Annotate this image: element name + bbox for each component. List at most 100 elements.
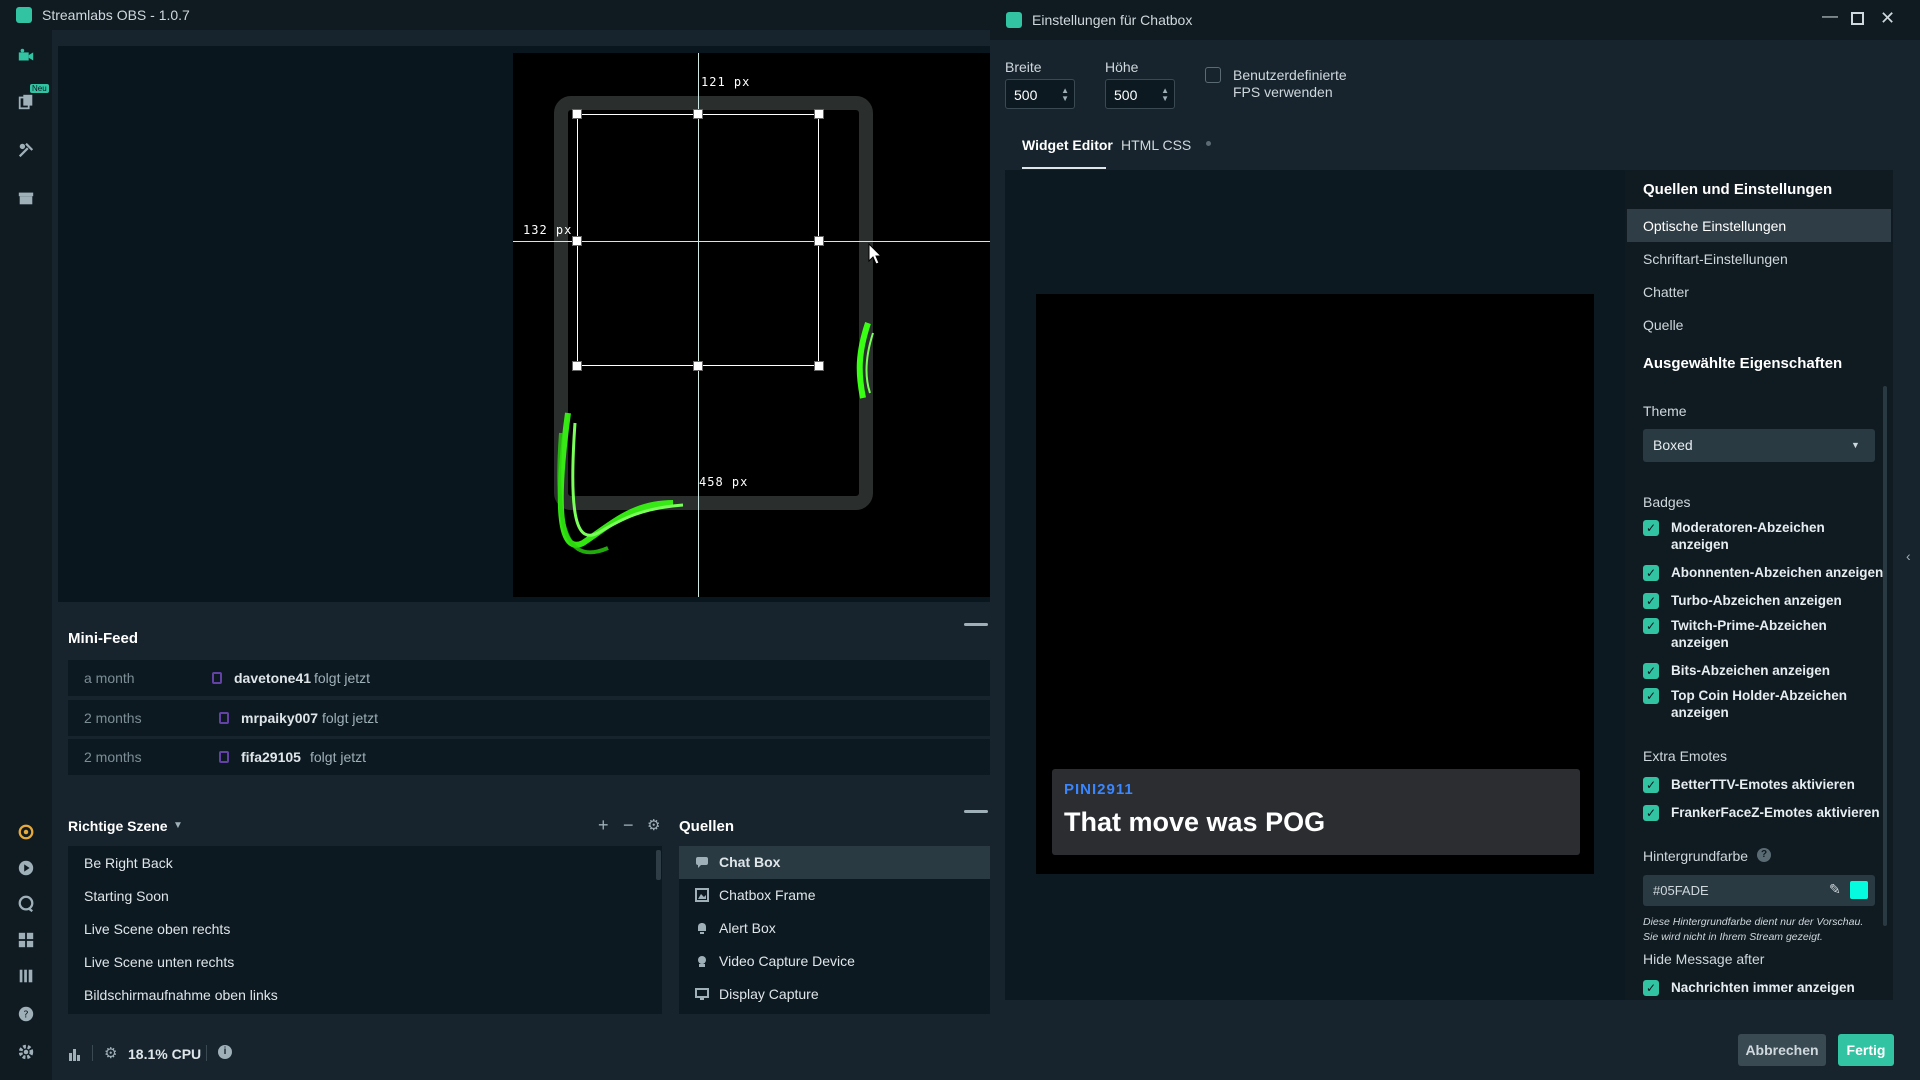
done-button[interactable]: Fertig (1838, 1034, 1894, 1066)
resize-handle[interactable] (814, 361, 824, 371)
theme-value: Boxed (1653, 437, 1693, 453)
maximize-icon[interactable] (1851, 12, 1864, 25)
source-item[interactable]: Display Capture (679, 978, 990, 1011)
tab-widget-editor[interactable]: Widget Editor (1022, 137, 1113, 153)
badge-subscriber-checkbox[interactable]: ✓ (1643, 565, 1659, 581)
resize-handle[interactable] (572, 361, 582, 371)
scene-item[interactable]: Bildschirmaufnahme oben links (84, 987, 278, 1003)
info-icon[interactable]: i (218, 1045, 232, 1059)
stream-canvas[interactable]: 121 px 132 px 458 px (513, 53, 990, 597)
feed-user[interactable]: mrpaiky007 (241, 710, 318, 726)
library-icon[interactable] (14, 964, 38, 988)
scene-settings-gear-icon[interactable]: ⚙ (647, 816, 660, 834)
add-scene-icon[interactable]: + (598, 815, 609, 836)
stats-chart-icon[interactable] (68, 1047, 82, 1061)
feed-user[interactable]: fifa29105 (241, 749, 301, 765)
width-input[interactable]: 500 ▲ ▼ (1005, 79, 1075, 109)
settings-scrollbar[interactable] (1883, 386, 1887, 926)
scene-collection-title[interactable]: Richtige Szene (68, 818, 168, 834)
collapse-sources-icon[interactable] (964, 810, 988, 813)
menu-font-settings[interactable]: Schriftart-Einstellungen (1627, 242, 1891, 275)
scene-item[interactable]: Starting Soon (84, 888, 169, 904)
play-icon[interactable] (14, 856, 38, 880)
stepper-icon[interactable]: ▲ ▼ (1161, 87, 1169, 103)
source-label: Display Capture (719, 986, 819, 1002)
always-show-label: Nachrichten immer anzeigen (1671, 980, 1855, 995)
left-distance-label: 132 px (523, 223, 573, 237)
resize-handle[interactable] (814, 109, 824, 119)
chevron-down-icon[interactable]: ▼ (173, 820, 183, 831)
height-label: Höhe (1105, 59, 1139, 75)
height-input[interactable]: 500 ▲ ▼ (1105, 79, 1175, 109)
menu-label: Optische Einstellungen (1643, 218, 1787, 234)
cpu-gear-icon: ⚙ (104, 1045, 118, 1062)
scenes-scrollbar[interactable] (656, 850, 661, 880)
color-swatch[interactable] (1850, 881, 1868, 899)
cancel-button[interactable]: Abbrechen (1738, 1034, 1826, 1066)
highlight-icon[interactable] (14, 820, 38, 844)
ffz-label: FrankerFaceZ-Emotes aktivieren (1671, 805, 1880, 820)
collapse-minifeed-icon[interactable] (964, 623, 988, 626)
store-icon[interactable] (14, 186, 38, 210)
divider (206, 1045, 207, 1061)
resize-handle[interactable] (572, 236, 582, 246)
menu-visual-settings[interactable]: Optische Einstellungen (1627, 209, 1891, 242)
badge-turbo-checkbox[interactable]: ✓ (1643, 593, 1659, 609)
extra-emotes-label: Extra Emotes (1643, 748, 1728, 764)
bottom-distance-label: 458 px (699, 475, 749, 489)
hide-message-label: Hide Message after (1643, 951, 1765, 967)
menu-source[interactable]: Quelle (1627, 308, 1891, 341)
selection-box[interactable] (577, 114, 819, 366)
scene-item[interactable]: Live Scene unten rechts (84, 954, 234, 970)
minimize-icon[interactable]: — (1822, 8, 1838, 26)
eyedropper-icon[interactable]: ✎ (1829, 881, 1841, 898)
twitch-icon (219, 751, 229, 763)
resize-handle[interactable] (693, 361, 703, 371)
badge-topcoin-checkbox[interactable]: ✓ (1643, 688, 1659, 704)
bttv-checkbox[interactable]: ✓ (1643, 777, 1659, 793)
always-show-checkbox[interactable]: ✓ (1643, 980, 1659, 996)
studio-icon[interactable] (14, 44, 38, 68)
source-item[interactable]: Video Capture Device (679, 945, 990, 978)
twitch-icon (219, 712, 229, 724)
ffz-checkbox[interactable]: ✓ (1643, 805, 1659, 821)
theme-label: Theme (1643, 403, 1687, 419)
menu-chatter[interactable]: Chatter (1627, 275, 1891, 308)
tab-html-css[interactable]: HTML CSS (1121, 137, 1191, 153)
source-item[interactable]: Chat Box (679, 846, 990, 879)
badge-topcoin-label: Top Coin Holder-Abzeichen anzeigen (1671, 687, 1847, 721)
badge-moderator-checkbox[interactable]: ✓ (1643, 520, 1659, 536)
source-item[interactable]: Alert Box (679, 912, 990, 945)
help-icon[interactable]: ? (1757, 848, 1771, 862)
note-line: Sie wird nicht in Ihrem Stream gezeigt. (1643, 931, 1823, 943)
chat-bubble-icon[interactable] (14, 892, 38, 916)
layout-icon[interactable] (14, 928, 38, 952)
themes-icon[interactable] (14, 90, 38, 114)
close-icon[interactable]: ✕ (1880, 8, 1895, 29)
tools-icon[interactable] (14, 138, 38, 162)
remove-scene-icon[interactable]: − (623, 815, 634, 836)
source-label: Chatbox Frame (719, 887, 816, 903)
stepper-icon[interactable]: ▲ ▼ (1061, 87, 1069, 103)
theme-select[interactable]: Boxed ▼ (1643, 429, 1875, 462)
custom-fps-checkbox[interactable] (1205, 67, 1221, 83)
source-item[interactable]: Chatbox Frame (679, 879, 990, 912)
scene-item[interactable]: Be Right Back (84, 855, 173, 871)
background-color-label: Hintergrundfarbe (1643, 848, 1749, 864)
badge-label-line: Twitch-Prime-Abzeichen (1671, 618, 1827, 633)
resize-handle[interactable] (693, 109, 703, 119)
source-label: Alert Box (719, 920, 776, 936)
scene-item[interactable]: Live Scene oben rechts (84, 921, 230, 937)
badge-bits-checkbox[interactable]: ✓ (1643, 663, 1659, 679)
settings-gear-icon[interactable] (14, 1040, 38, 1064)
chevron-left-icon[interactable]: ‹ (1906, 548, 1911, 564)
help-icon[interactable]: ? (14, 1002, 38, 1026)
dialog-titlebar: Einstellungen für Chatbox — ✕ (990, 0, 1920, 40)
feed-user[interactable]: davetone41 (234, 670, 311, 686)
resize-handle[interactable] (572, 109, 582, 119)
badge-prime-checkbox[interactable]: ✓ (1643, 618, 1659, 634)
chat-message-text: That move was POG (1064, 807, 1326, 837)
background-color-input[interactable]: #05FADE ✎ (1643, 875, 1875, 906)
resize-handle[interactable] (814, 236, 824, 246)
badges-label: Badges (1643, 494, 1691, 510)
